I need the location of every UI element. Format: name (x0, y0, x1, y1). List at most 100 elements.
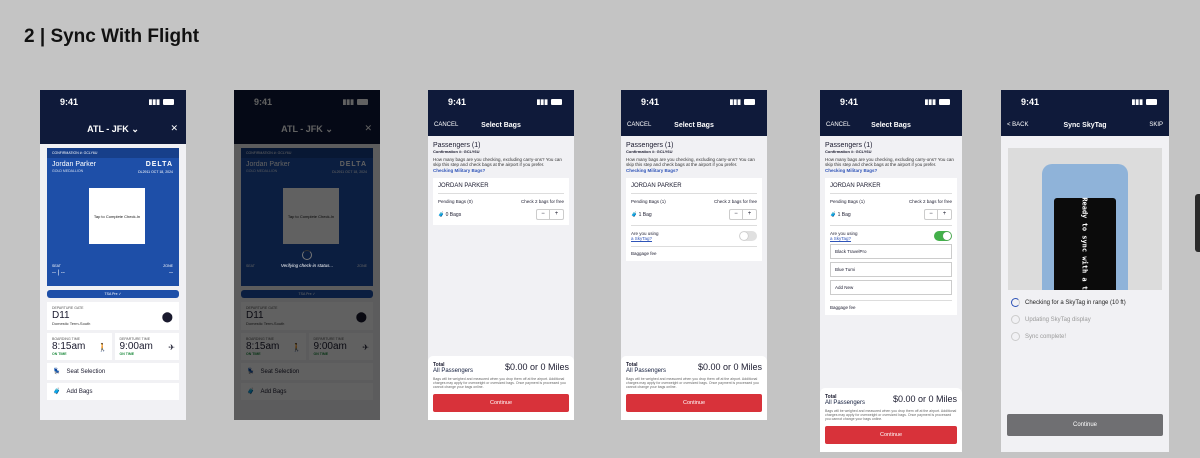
pending-bags-label: Pending Bags (1) (830, 199, 865, 204)
gate-value: D11 (52, 310, 70, 321)
verifying-indicator: Verifying check-in status... (262, 250, 352, 268)
bags-description: How many bags are you checking, excludin… (825, 157, 954, 167)
close-icon[interactable]: ✕ (170, 123, 178, 134)
confirmation-number: CONFIRMATION #: GCLY6U (47, 148, 179, 158)
offscreen-frame-edge (1195, 194, 1200, 252)
continue-button[interactable]: Continue (825, 426, 957, 444)
decrement-button[interactable]: − (925, 210, 938, 219)
confirmation-number: Confirmation #: GCLY6U (433, 149, 480, 154)
map-pin-icon[interactable]: ⬤ (162, 312, 173, 323)
confirmation-number: Confirmation #: GCLY6U (825, 149, 872, 154)
route-header[interactable]: ATL - JFK ⌄ ✕ (40, 114, 186, 144)
pending-row: Pending Bags (1) Check 2 bags for free (631, 199, 757, 204)
skytag-row: Are you using a SkyTag? (631, 225, 757, 241)
baggage-fee-label: Baggage fee (631, 246, 757, 256)
fine-print: Bags will be weighed and measured when y… (825, 409, 957, 421)
free-bags-note: Check 2 bags for free (713, 199, 757, 204)
check-in-button[interactable]: Tap to Complete Check-In (89, 188, 145, 244)
battery-icon (939, 99, 950, 105)
cancel-button[interactable]: CANCEL (627, 122, 655, 128)
bag-count-row: 🧳 1 Bag − + (631, 209, 757, 220)
signal-icon: ▮▮▮ (536, 99, 548, 106)
cancel-button[interactable]: CANCEL (826, 122, 854, 128)
sync-step-label: Updating SkyTag display (1025, 316, 1091, 323)
skytag-add-new[interactable]: Add New (830, 280, 952, 295)
increment-button[interactable]: + (550, 210, 563, 219)
signal-icon: ▮▮▮ (729, 99, 741, 106)
continue-button[interactable]: Continue (626, 394, 762, 412)
pending-row: Pending Bags (0) Check 2 bags for free (438, 199, 564, 204)
bags-description: How many bags are you checking, excludin… (626, 157, 755, 167)
confirmation-number: Confirmation #: GCLY6U (626, 149, 673, 154)
status-indicators: ▮▮▮ (1131, 98, 1157, 106)
passengers-heading: Passengers (1) (626, 142, 674, 149)
skytag-toggle[interactable] (934, 231, 952, 241)
bag-count-row: 🧳 0 Bags − + (438, 209, 564, 220)
nav-title: Select Bags (674, 121, 714, 129)
cancel-button[interactable]: CANCEL (434, 122, 462, 128)
status-time: 9:41 (60, 97, 79, 107)
seat-selection-button[interactable]: 💺 Seat Selection (47, 363, 179, 380)
all-passengers-label: All Passengers (825, 400, 866, 406)
suitcase-icon: 🧳 (438, 211, 445, 218)
skytag-option[interactable]: Blue Tumi (830, 262, 952, 277)
status-indicators: ▮▮▮ (924, 98, 950, 106)
status-indicators: ▮▮▮ (536, 98, 562, 106)
continue-button[interactable]: Continue (433, 394, 569, 412)
all-passengers-label: All Passengers (433, 368, 474, 374)
total-amount: $0.00 or 0 Miles (504, 362, 569, 372)
skytag-toggle[interactable] (739, 231, 757, 241)
bag-stepper: − + (729, 209, 757, 220)
military-bags-link[interactable]: Checking Military Bags? (825, 168, 957, 173)
phone-sync-skytag: 9:41 ▮▮▮ < BACK Sync SkyTag SKIP Ready t… (1001, 90, 1169, 452)
military-bags-link[interactable]: Checking Military Bags? (433, 168, 569, 173)
airplane-icon: ✈ (168, 343, 175, 352)
signal-icon: ▮▮▮ (924, 99, 936, 106)
status-bar: 9:41 ▮▮▮ (820, 90, 962, 114)
increment-button[interactable]: + (743, 210, 756, 219)
baggage-fee-label: Baggage fee (830, 300, 952, 310)
status-time: 9:41 (641, 97, 660, 107)
skytag-option[interactable]: Black TravelPro (830, 244, 952, 259)
total-amount: $0.00 or 0 Miles (892, 394, 957, 404)
passenger-name: JORDAN PARKER (631, 183, 757, 194)
flight-info: DL2911 OCT 18, 2024 (138, 170, 173, 174)
skytag-link[interactable]: a SkyTag? (830, 236, 851, 241)
circle-icon (1011, 315, 1020, 324)
decrement-button[interactable]: − (537, 210, 550, 219)
free-bags-note: Check 2 bags for free (520, 199, 564, 204)
passenger-name: JORDAN PARKER (830, 183, 952, 194)
on-time-status: ON TIME (52, 352, 67, 356)
passenger-name: JORDAN PARKER (438, 183, 564, 194)
seat-value: -- | -- (52, 270, 65, 276)
continue-button[interactable]: Continue (1007, 414, 1163, 436)
fine-print: Bags will be weighed and measured when y… (433, 377, 566, 389)
total-footer: Total All Passengers $0.00 or 0 Miles Bag… (428, 356, 574, 420)
page-title: 2 | Sync With Flight (24, 26, 200, 47)
suitcase-icon: 🧳 (830, 211, 837, 218)
bag-stepper: − + (536, 209, 564, 220)
nav-bar: CANCEL Select Bags (621, 114, 767, 136)
status-bar: 9:41 ▮▮▮ (428, 90, 574, 114)
bags-description: How many bags are you checking, excludin… (433, 157, 562, 167)
bag-count: 0 Bags (445, 211, 462, 218)
back-button[interactable]: < BACK (1007, 122, 1035, 128)
sync-step: Sync complete! (1011, 332, 1159, 341)
military-bags-link[interactable]: Checking Military Bags? (626, 168, 762, 173)
phone-select-bags-one: 9:41 ▮▮▮ CANCEL Select Bags Passengers (… (621, 90, 767, 420)
phone-verifying: 9:41 ▮▮▮ ATL - JFK ⌄ ✕ CONFIRMATION #: G… (234, 90, 380, 420)
skip-button[interactable]: SKIP (1135, 122, 1163, 128)
skytag-link[interactable]: a SkyTag? (631, 236, 652, 241)
times-row: BOARDING TIME 8:15am ON TIME 🚶 DEPARTURE… (47, 333, 179, 360)
add-bags-button[interactable]: 🧳 Add Bags (47, 383, 179, 400)
nav-bar: CANCEL Select Bags (428, 114, 574, 136)
decrement-button[interactable]: − (730, 210, 743, 219)
status-bar: 9:41 ▮▮▮ (40, 90, 186, 114)
circle-icon (1011, 332, 1020, 341)
bag-count: 1 Bag (837, 211, 851, 218)
battery-icon (551, 99, 562, 105)
increment-button[interactable]: + (938, 210, 951, 219)
nav-title: Select Bags (871, 121, 911, 129)
passengers-heading: Passengers (1) (433, 142, 481, 149)
passenger-bag-card: JORDAN PARKER Pending Bags (0) Check 2 b… (433, 178, 569, 225)
